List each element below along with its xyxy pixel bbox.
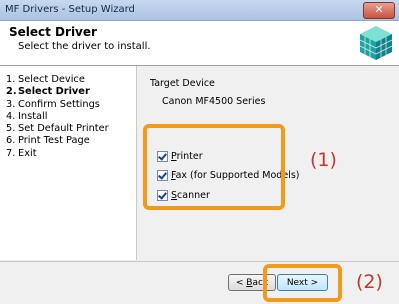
step-number: 2.: [6, 86, 17, 98]
window-title: MF Drivers - Setup Wizard: [5, 4, 135, 15]
callout-1: (1): [310, 149, 337, 171]
target-device-value: Canon MF4500 Series: [162, 96, 266, 107]
step-item: 5. Set Default Printer: [0, 123, 136, 135]
step-label: Confirm Settings: [18, 98, 100, 110]
content-panel: Target Device Canon MF4500 Series Printe…: [137, 66, 399, 260]
step-item: 2. Select Driver: [0, 86, 136, 98]
step-label: Select Device: [18, 74, 85, 85]
page-title: Select Driver: [9, 25, 97, 39]
wizard-footer: < Back Next > (2): [0, 261, 399, 304]
steps-panel: 1. Select Device 2. Select Driver 3. Confirm …: [0, 66, 137, 260]
step-number: 1.: [6, 74, 16, 85]
step-label: Install: [18, 110, 48, 122]
wizard-header: Select Driver Select the driver to insta…: [0, 21, 399, 66]
next-button-highlight-box: [263, 264, 342, 302]
step-number: 3.: [6, 98, 16, 110]
step-label: Exit: [18, 147, 37, 159]
step-number: 5.: [6, 123, 16, 135]
step-item: 1. Select Device: [0, 74, 136, 86]
step-number: 6.: [6, 135, 16, 147]
step-label: Select Driver: [18, 86, 90, 98]
page-subtitle: Select the driver to install.: [18, 41, 151, 52]
step-number: 4.: [6, 110, 16, 122]
canon-cube-logo-icon: [359, 26, 393, 60]
step-item: 7. Exit: [0, 148, 136, 160]
step-number: 7.: [6, 147, 16, 159]
step-item: 3. Confirm Settings: [0, 99, 136, 111]
checkbox-highlight-box: [143, 124, 285, 210]
callout-2: (2): [356, 271, 383, 293]
title-bar: MF Drivers - Setup Wizard ✕: [0, 0, 399, 21]
steps-list: 1. Select Device 2. Select Driver 3. Confirm …: [0, 66, 136, 160]
step-item: 6. Print Test Page: [0, 135, 136, 147]
target-device-label: Target Device: [150, 78, 215, 89]
step-label: Print Test Page: [18, 135, 90, 147]
close-button[interactable]: ✕: [363, 2, 395, 19]
step-item: 4. Install: [0, 111, 136, 123]
step-label: Set Default Printer: [18, 123, 109, 135]
